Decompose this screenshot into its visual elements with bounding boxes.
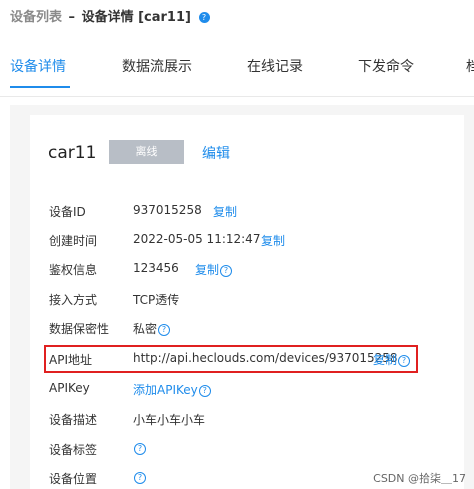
row-value: 私密 [133,322,158,336]
row-tags: 设备标签 ? [0,438,474,460]
row-label: 设备描述 [49,413,98,427]
row-data-privacy: 数据保密性 私密? [0,317,474,339]
help-icon[interactable]: ? [198,385,211,397]
row-label: 设备ID [49,205,86,219]
row-apikey: APIKey 添加APIKey? [0,378,474,400]
row-value: 123456 [133,261,179,275]
tab-device-details[interactable]: 设备详情 [10,56,66,76]
copy-group: 复制? [195,261,233,278]
device-name: car11 [48,143,97,163]
row-label: 数据保密性 [49,322,110,336]
row-value: 小车小车小车 [133,413,206,427]
tab-send-command[interactable]: 下发命令 [358,56,414,76]
copy-button[interactable]: 复制 [373,353,397,367]
tab-datastream[interactable]: 数据流展示 [122,56,192,76]
help-icon[interactable]: ? [134,472,146,484]
value-group: ? [133,470,146,484]
row-label: APIKey [49,381,90,395]
row-label: 创建时间 [49,234,98,248]
breadcrumb-device-list[interactable]: 设备列表 [10,10,62,25]
breadcrumb-separator: – [68,10,76,25]
help-icon[interactable]: ? [198,12,210,23]
tab-online-records[interactable]: 在线记录 [247,56,303,76]
help-icon[interactable]: ? [134,443,146,455]
active-tab-indicator [10,86,70,88]
row-label: 鉴权信息 [49,263,98,277]
row-label: 设备位置 [49,472,98,486]
watermark: CSDN @拾柒＿17 [373,472,466,485]
row-created-time: 创建时间 2022-05-05 11:12:47 复制 [0,229,474,251]
copy-button[interactable]: 复制 [213,203,237,220]
help-icon[interactable]: ? [398,355,411,367]
row-description: 设备描述 小车小车小车 [0,408,474,430]
breadcrumb-current: 设备详情 [car11] [81,10,191,25]
row-label: API地址 [49,353,92,367]
copy-button[interactable]: 复制 [195,263,219,277]
status-badge: 离线 [109,140,184,164]
help-icon[interactable]: ? [220,265,233,277]
row-value: 2022-05-05 11:12:47 [133,232,261,246]
row-label: 接入方式 [49,293,98,307]
help-icon[interactable]: ? [158,324,171,336]
value-group: 私密? [133,320,171,337]
row-auth-info: 鉴权信息 123456 复制? [0,258,474,280]
row-value: http://api.heclouds.com/devices/93701525… [133,351,398,365]
row-value: 937015258 [133,203,202,217]
copy-group: 复制? [373,351,411,368]
breadcrumb: 设备列表 – 设备详情 [car11] ? [10,6,210,25]
row-value: TCP透传 [133,293,180,307]
copy-button[interactable]: 复制 [261,232,285,249]
tab-more[interactable]: 档 [466,56,474,76]
row-access-method: 接入方式 TCP透传 [0,288,474,310]
row-api-address: API地址 http://api.heclouds.com/devices/93… [0,348,474,370]
row-label: 设备标签 [49,443,98,457]
add-apikey-link[interactable]: 添加APIKey [133,383,198,397]
edit-button[interactable]: 编辑 [202,143,230,163]
value-group: ? [133,441,146,455]
value-group: 添加APIKey? [133,381,211,398]
tab-bar: 设备详情 数据流展示 在线记录 下发命令 档 [0,40,474,97]
row-device-id: 设备ID 937015258 复制 [0,200,474,222]
